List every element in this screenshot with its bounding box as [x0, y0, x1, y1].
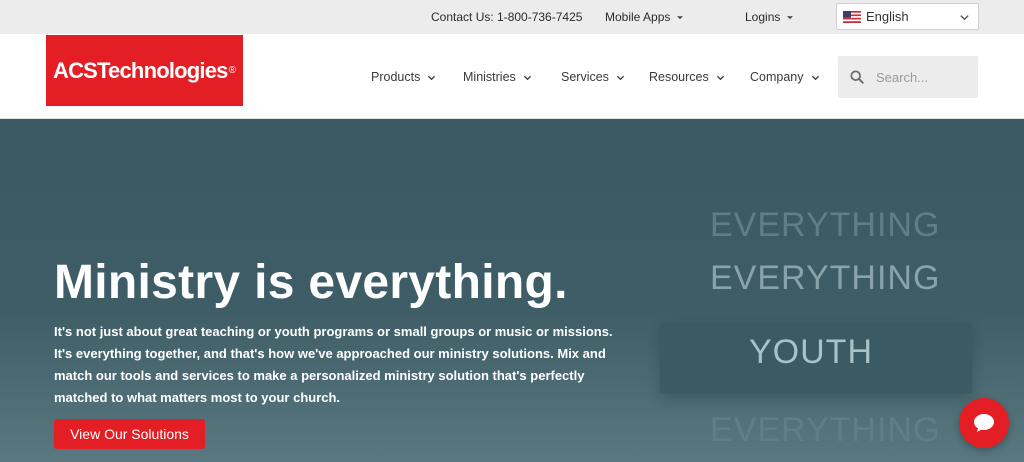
- rotating-word: EVERYTHING: [710, 206, 941, 244]
- nav-item-label: Company: [750, 70, 804, 84]
- logo-text: ACSTechnologies: [53, 57, 228, 83]
- rotating-word: EVERYTHING: [710, 411, 941, 449]
- language-label: English: [866, 9, 909, 24]
- search-box[interactable]: [838, 56, 978, 98]
- logins-label: Logins: [745, 10, 781, 24]
- hero-section: Ministry is everything. It's not just ab…: [0, 119, 1024, 462]
- language-selector[interactable]: English: [836, 3, 979, 30]
- nav-item-resources[interactable]: Resources: [649, 70, 725, 84]
- chat-widget-button[interactable]: [959, 398, 1009, 448]
- logins-menu[interactable]: Logins: [745, 10, 794, 24]
- chevron-down-icon: [616, 75, 625, 80]
- main-navigation: ACSTechnologies ® Products Ministries Ser…: [0, 34, 1024, 119]
- top-utility-bar: Contact Us: 1-800-736-7425 Mobile Apps L…: [0, 0, 1024, 34]
- nav-item-label: Resources: [649, 70, 709, 84]
- nav-item-services[interactable]: Services: [561, 70, 625, 84]
- chevron-down-icon: [811, 75, 819, 80]
- hero-title: Ministry is everything.: [54, 256, 568, 309]
- search-icon[interactable]: [850, 70, 864, 84]
- chevron-down-icon: [787, 15, 794, 20]
- acs-technologies-logo[interactable]: ACSTechnologies ®: [46, 35, 243, 106]
- hero-description: It's not just about great teaching or yo…: [54, 324, 613, 405]
- nav-item-label: Products: [371, 70, 421, 84]
- chevron-down-icon: [960, 15, 969, 21]
- view-solutions-button[interactable]: View Our Solutions: [54, 419, 205, 449]
- nav-item-products[interactable]: Products: [371, 70, 436, 84]
- logo-registered-mark: ®: [228, 65, 236, 76]
- rotating-word-active: YOUTH: [749, 333, 873, 371]
- chevron-down-icon: [523, 75, 531, 80]
- nav-item-label: Ministries: [463, 70, 516, 84]
- mobile-apps-menu[interactable]: Mobile Apps: [605, 10, 684, 24]
- chevron-down-icon: [428, 75, 436, 80]
- nav-item-label: Services: [561, 70, 609, 84]
- nav-item-ministries[interactable]: Ministries: [463, 70, 532, 84]
- chevron-down-icon: [677, 15, 684, 20]
- chevron-down-icon: [716, 75, 724, 80]
- chat-bubble-icon: [974, 414, 994, 432]
- nav-item-company[interactable]: Company: [750, 70, 820, 84]
- rotating-word: EVERYTHING: [710, 259, 941, 297]
- contact-phone-link[interactable]: Contact Us: 1-800-736-7425: [431, 10, 582, 24]
- us-flag-icon: [843, 10, 861, 23]
- mobile-apps-label: Mobile Apps: [605, 10, 671, 24]
- search-input[interactable]: [876, 69, 966, 85]
